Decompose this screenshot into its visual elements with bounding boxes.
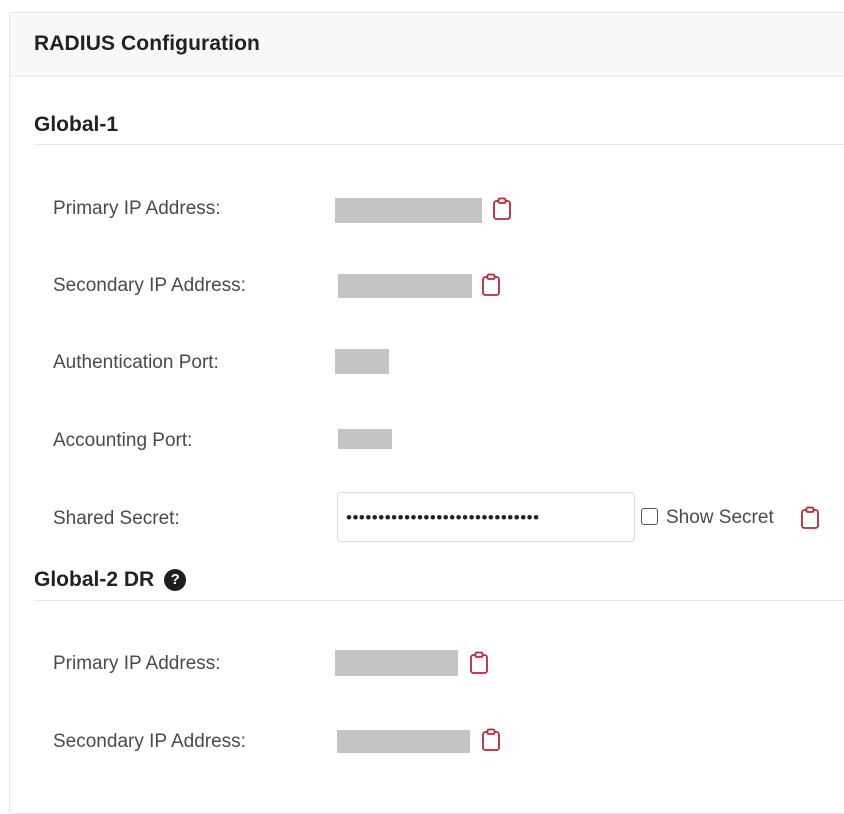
shared-secret-field[interactable]: •••••••••••••••••••••••••••••• [337,492,635,542]
global1-acct-port-label: Accounting Port: [53,430,193,451]
global1-auth-port-label: Authentication Port: [53,352,219,373]
global2-secondary-ip-label: Secondary IP Address: [53,731,246,752]
section-divider [34,144,844,145]
global1-secondary-ip-label: Secondary IP Address: [53,275,246,296]
global1-primary-ip-label: Primary IP Address: [53,198,221,219]
section-divider [34,600,844,601]
global2-secondary-ip-value-redacted [337,730,470,753]
global1-shared-secret-label: Shared Secret: [53,508,180,529]
section-title-global-2-dr: Global-2 DR? [34,568,187,592]
show-secret-label[interactable]: Show Secret [666,507,774,529]
radius-configuration-panel: RADIUS Configuration Global-1 Primary IP… [9,12,844,814]
global1-auth-port-value-redacted [335,349,389,374]
panel-title: RADIUS Configuration [34,32,260,55]
show-secret-checkbox[interactable] [641,508,658,525]
clipboard-icon[interactable] [480,273,502,297]
section-title-global-1: Global-1 [34,113,119,136]
global2-primary-ip-value-redacted [335,650,458,676]
section-title-text: Global-2 DR [34,568,155,591]
global1-secondary-ip-value-redacted [338,274,472,298]
clipboard-icon[interactable] [468,651,490,675]
global1-primary-ip-value-redacted [335,198,482,223]
global2-primary-ip-label: Primary IP Address: [53,653,221,674]
clipboard-icon[interactable] [491,197,513,221]
global1-acct-port-value-redacted [338,429,392,449]
clipboard-icon[interactable] [799,506,821,530]
panel-header: RADIUS Configuration [10,13,844,77]
clipboard-icon[interactable] [480,728,502,752]
question-circle-icon[interactable]: ? [164,569,187,591]
